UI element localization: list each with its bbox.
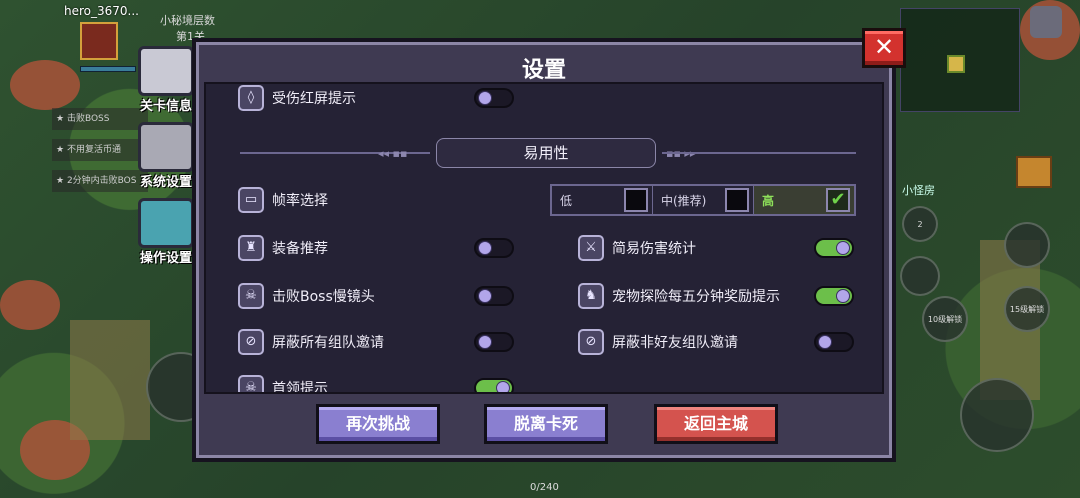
wrench-icon xyxy=(138,122,194,172)
setting-row: ☠ 击败Boss慢镜头 xyxy=(238,282,375,310)
setting-row: ♜ 装备推荐 xyxy=(238,234,328,262)
tree-decoration xyxy=(0,280,60,330)
block-team-icon: ⊘ xyxy=(238,329,264,355)
room-label: 小怪房 xyxy=(902,184,935,197)
checkmark-icon[interactable]: ✔ xyxy=(826,188,850,212)
setting-label: 屏蔽所有组队邀请 xyxy=(272,335,384,351)
checkbox[interactable] xyxy=(725,188,749,212)
toggle-boss-slow-motion[interactable] xyxy=(474,286,514,306)
fps-icon: ▭ xyxy=(238,187,264,213)
tab-system-settings[interactable]: 系统设置 xyxy=(134,122,198,194)
player-name: hero_3670... xyxy=(64,4,139,18)
toggle-pet-reward-alert[interactable] xyxy=(814,286,854,306)
setting-row: ⊘ 屏蔽非好友组队邀请 xyxy=(578,328,738,356)
setting-label: 简易伤害统计 xyxy=(612,241,696,257)
divider-ornament: ◂◂ ▪▪ xyxy=(378,147,408,160)
setting-label: 击败Boss慢镜头 xyxy=(272,289,375,305)
skill-slot[interactable] xyxy=(900,256,940,296)
minimap[interactable] xyxy=(900,8,1020,112)
sword-icon: ⚔ xyxy=(578,235,604,261)
setting-row: ⊘ 屏蔽所有组队邀请 xyxy=(238,328,384,356)
dirt-path xyxy=(70,320,150,440)
fps-option-low[interactable]: 低 xyxy=(552,186,653,214)
grid-menu-icon[interactable] xyxy=(1030,6,1062,38)
setting-label: 宠物探险每五分钟奖励提示 xyxy=(612,289,780,305)
settings-panel[interactable]: ◊ 受伤红屏提示 ◂◂ ▪▪ 易用性 ▪▪ ▸▸ ▭ 帧率选择 低 中(推荐) … xyxy=(204,82,884,394)
xp-text: 0/240 xyxy=(530,482,559,493)
setting-row: ☠ 首领提示 xyxy=(238,374,328,394)
fps-option-medium[interactable]: 中(推荐) xyxy=(653,186,754,214)
tab-label: 关卡信息 xyxy=(139,99,192,114)
tab-level-info[interactable]: 关卡信息 xyxy=(134,46,198,118)
health-bar xyxy=(80,66,136,72)
skill-slot-locked[interactable]: 15级解锁 xyxy=(1004,286,1050,332)
toggle-damage-stats[interactable] xyxy=(814,238,854,258)
setting-label: 受伤红屏提示 xyxy=(272,91,356,107)
side-tabs: 关卡信息 系统设置 操作设置 xyxy=(134,46,198,274)
tab-label: 操作设置 xyxy=(139,251,192,266)
gamepad-icon xyxy=(138,198,194,248)
layer-label: 小秘境层数 xyxy=(160,14,215,27)
close-icon[interactable]: ✕ xyxy=(862,28,906,68)
boss-icon: ☠ xyxy=(238,283,264,309)
skull-icon xyxy=(138,46,194,96)
toggle-hurt-red-screen[interactable] xyxy=(474,88,514,108)
setting-row: ♞ 宠物探险每五分钟奖励提示 xyxy=(578,282,780,310)
section-header: 易用性 xyxy=(436,138,656,168)
setting-row: ◊ 受伤红屏提示 xyxy=(238,84,356,112)
setting-label: 屏蔽非好友组队邀请 xyxy=(612,335,738,351)
checkbox[interactable] xyxy=(624,188,648,212)
minimap-room xyxy=(947,55,965,73)
setting-label: 装备推荐 xyxy=(272,241,328,257)
toggle-block-all-invites[interactable] xyxy=(474,332,514,352)
dialog-title: 设置 xyxy=(521,58,566,83)
armor-icon: ♜ xyxy=(238,235,264,261)
divider-line xyxy=(662,152,856,154)
setting-label: 首领提示 xyxy=(272,381,328,394)
toggle-equipment-recommend[interactable] xyxy=(474,238,514,258)
droplet-icon: ◊ xyxy=(238,85,264,111)
tree-decoration xyxy=(10,60,80,110)
skill-slot[interactable]: 2 xyxy=(902,206,938,242)
tab-label: 系统设置 xyxy=(139,175,192,190)
setting-row: ⚔ 简易伤害统计 xyxy=(578,234,696,262)
toggle-boss-alert[interactable] xyxy=(474,378,514,392)
settings-dialog: 设置 ◊ 受伤红屏提示 ◂◂ ▪▪ 易用性 ▪▪ ▸▸ ▭ 帧率选择 低 中(推… xyxy=(192,38,896,462)
tab-control-settings[interactable]: 操作设置 xyxy=(134,198,198,270)
fps-selector: 低 中(推荐) 高 ✔ xyxy=(550,184,856,216)
skill-slot-locked[interactable]: 10级解锁 xyxy=(922,296,968,342)
skill-slot[interactable] xyxy=(1004,222,1050,268)
return-city-button[interactable]: 返回主城 xyxy=(654,404,778,444)
chest-icon[interactable] xyxy=(1016,156,1052,188)
avatar[interactable] xyxy=(80,22,118,60)
pet-icon: ♞ xyxy=(578,283,604,309)
setting-label: 帧率选择 xyxy=(272,193,328,209)
toggle-block-non-friend-invites[interactable] xyxy=(814,332,854,352)
fps-option-high[interactable]: 高 ✔ xyxy=(754,186,854,214)
retry-button[interactable]: 再次挑战 xyxy=(316,404,440,444)
boss-alert-icon: ☠ xyxy=(238,375,264,392)
unstuck-button[interactable]: 脱离卡死 xyxy=(484,404,608,444)
setting-row: ▭ 帧率选择 xyxy=(238,186,328,214)
block-friend-icon: ⊘ xyxy=(578,329,604,355)
attack-button[interactable] xyxy=(960,378,1034,452)
